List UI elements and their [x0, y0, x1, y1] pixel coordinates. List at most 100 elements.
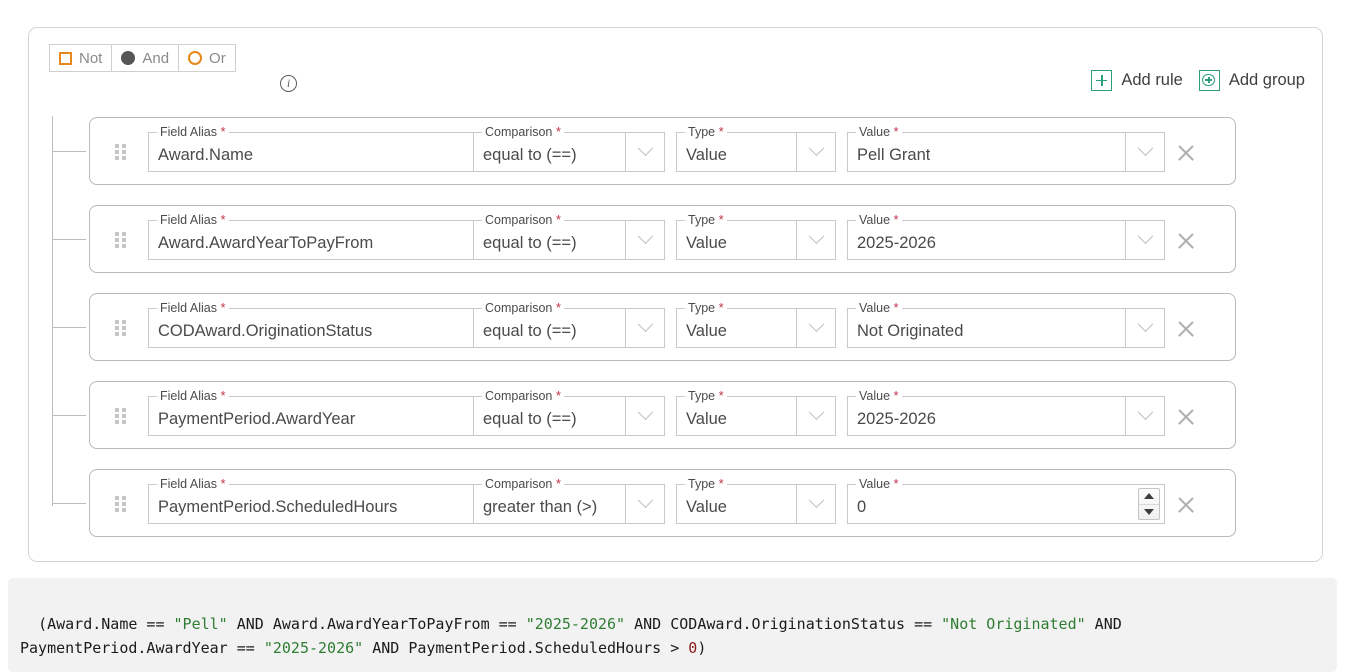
chevron-down-icon: [808, 315, 824, 332]
tree-branch: [52, 239, 86, 240]
comparison-label: Comparison *: [482, 301, 564, 315]
comparison-dropdown-toggle[interactable]: [625, 396, 665, 436]
chevron-down-icon: [637, 403, 653, 420]
and-radio-option[interactable]: And: [111, 45, 178, 71]
comparison-input[interactable]: Comparison * equal to (==): [473, 213, 625, 260]
required-marker: *: [555, 388, 561, 403]
value-field: Value * 0: [847, 477, 1165, 524]
comparison-input[interactable]: Comparison * greater than (>): [473, 477, 625, 524]
field-alias-input[interactable]: Field Alias * PaymentPeriod.ScheduledHour…: [148, 477, 480, 524]
expression-text: (Award.Name ==: [38, 615, 174, 633]
drag-handle-icon[interactable]: [115, 144, 126, 160]
comparison-value: equal to (==): [483, 409, 577, 428]
and-label: And: [142, 49, 170, 67]
value-input[interactable]: Value * 2025-2026: [847, 389, 1125, 436]
comparison-value: equal to (==): [483, 321, 577, 340]
type-value: Value: [686, 233, 727, 252]
drag-handle-icon[interactable]: [115, 408, 126, 424]
comparison-dropdown-toggle[interactable]: [625, 132, 665, 172]
type-input[interactable]: Type * Value: [676, 477, 796, 524]
drag-handle-icon[interactable]: [115, 320, 126, 336]
logical-operator-group[interactable]: Not And Or: [49, 44, 236, 72]
tree-spine: [52, 116, 53, 506]
type-dropdown-toggle[interactable]: [796, 484, 836, 524]
required-marker: *: [555, 300, 561, 315]
chevron-down-icon: [808, 403, 824, 420]
value-value: Not Originated: [857, 321, 964, 340]
comparison-input[interactable]: Comparison * equal to (==): [473, 301, 625, 348]
type-dropdown-toggle[interactable]: [796, 308, 836, 348]
value-dropdown-toggle[interactable]: [1125, 308, 1165, 348]
plus-square-icon: [1091, 70, 1113, 91]
comparison-input[interactable]: Comparison * equal to (==): [473, 125, 625, 172]
comparison-field: Comparison * equal to (==): [473, 389, 665, 436]
required-marker: *: [718, 388, 724, 403]
expression-string-literal: "Pell": [173, 615, 228, 633]
field-alias-label: Field Alias *: [157, 125, 229, 139]
add-group-button[interactable]: Add group: [1198, 70, 1305, 91]
comparison-field: Comparison * greater than (>): [473, 477, 665, 524]
or-radio-option[interactable]: Or: [178, 45, 235, 71]
type-dropdown-toggle[interactable]: [796, 396, 836, 436]
delete-rule-button[interactable]: [1175, 142, 1197, 164]
field-alias-input[interactable]: Field Alias * Award.Name: [148, 125, 480, 172]
field-alias-value: Award.AwardYearToPayFrom: [158, 233, 374, 252]
comparison-label: Comparison *: [482, 213, 564, 227]
not-toggle[interactable]: Not: [50, 45, 111, 71]
value-dropdown-toggle[interactable]: [1125, 132, 1165, 172]
value-label: Value *: [856, 301, 902, 315]
value-input[interactable]: Value * Pell Grant: [847, 125, 1125, 172]
field-alias-input[interactable]: Field Alias * PaymentPeriod.AwardYear: [148, 389, 480, 436]
add-rule-button[interactable]: Add rule: [1091, 70, 1183, 91]
type-dropdown-toggle[interactable]: [796, 220, 836, 260]
query-builder-container: Not And Or i Add rule Add group Field Al…: [28, 27, 1323, 562]
value-dropdown-toggle[interactable]: [1125, 396, 1165, 436]
delete-rule-button[interactable]: [1175, 318, 1197, 340]
delete-rule-button[interactable]: [1175, 230, 1197, 252]
value-input[interactable]: Value * 0: [847, 477, 1165, 524]
type-field: Type * Value: [676, 301, 836, 348]
field-alias-input[interactable]: Field Alias * Award.AwardYearToPayFrom: [148, 213, 480, 260]
add-rule-label: Add rule: [1121, 71, 1183, 89]
comparison-input[interactable]: Comparison * equal to (==): [473, 389, 625, 436]
stepper-increment-button[interactable]: [1139, 489, 1159, 504]
type-value: Value: [686, 321, 727, 340]
required-marker: *: [718, 124, 724, 139]
comparison-field: Comparison * equal to (==): [473, 213, 665, 260]
chevron-down-icon: [808, 227, 824, 244]
value-input[interactable]: Value * Not Originated: [847, 301, 1125, 348]
delete-rule-button[interactable]: [1175, 406, 1197, 428]
type-input[interactable]: Type * Value: [676, 213, 796, 260]
comparison-dropdown-toggle[interactable]: [625, 308, 665, 348]
drag-handle-icon[interactable]: [115, 496, 126, 512]
chevron-down-icon: [1137, 227, 1153, 244]
drag-handle-icon[interactable]: [115, 232, 126, 248]
stepper-decrement-button[interactable]: [1139, 503, 1159, 520]
required-marker: *: [718, 476, 724, 491]
field-alias-input[interactable]: Field Alias * CODAward.OriginationStatus: [148, 301, 480, 348]
expression-preview: (Award.Name == "Pell" AND Award.AwardYea…: [8, 578, 1337, 672]
value-dropdown-toggle[interactable]: [1125, 220, 1165, 260]
field-alias-field: Field Alias * PaymentPeriod.ScheduledHour…: [148, 477, 520, 524]
value-value: 2025-2026: [857, 409, 936, 428]
chevron-down-icon: [637, 491, 653, 508]
field-alias-value: PaymentPeriod.AwardYear: [158, 409, 356, 428]
info-icon[interactable]: i: [280, 75, 297, 92]
required-marker: *: [893, 300, 899, 315]
comparison-dropdown-toggle[interactable]: [625, 484, 665, 524]
type-input[interactable]: Type * Value: [676, 389, 796, 436]
comparison-dropdown-toggle[interactable]: [625, 220, 665, 260]
delete-rule-button[interactable]: [1175, 494, 1197, 516]
value-input[interactable]: Value * 2025-2026: [847, 213, 1125, 260]
not-label: Not: [79, 49, 103, 67]
comparison-label: Comparison *: [482, 389, 564, 403]
plus-circle-square-icon: [1198, 70, 1220, 91]
caret-down-icon: [1144, 508, 1154, 515]
comparison-value: greater than (>): [483, 497, 598, 516]
type-dropdown-toggle[interactable]: [796, 132, 836, 172]
type-input[interactable]: Type * Value: [676, 301, 796, 348]
field-alias-field: Field Alias * Award.Name: [148, 125, 520, 172]
number-stepper[interactable]: [1138, 488, 1160, 520]
type-input[interactable]: Type * Value: [676, 125, 796, 172]
comparison-field: Comparison * equal to (==): [473, 125, 665, 172]
